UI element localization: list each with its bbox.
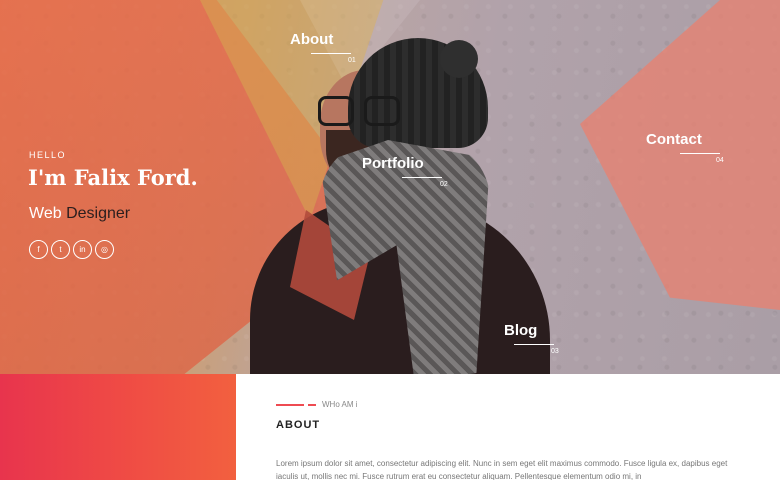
hero-role: Web Designer	[29, 205, 130, 223]
menu-blog-underline	[514, 344, 554, 345]
dribbble-icon[interactable]: ◎	[95, 240, 114, 259]
menu-item-portfolio[interactable]: Portfolio 02	[362, 155, 448, 188]
role-part-1: Web	[29, 205, 62, 222]
menu-portfolio-underline	[402, 177, 442, 178]
facebook-icon[interactable]: f	[29, 240, 48, 259]
menu-contact-number: 04	[716, 157, 724, 164]
gradient-panel	[0, 374, 236, 480]
eyebrow-dash-short	[308, 403, 316, 406]
menu-contact-underline	[680, 153, 720, 154]
menu-item-blog[interactable]: Blog 03	[504, 322, 559, 355]
menu-portfolio-label: Portfolio	[362, 155, 424, 172]
greeting-text: HELLO	[29, 150, 67, 160]
menu-contact-label: Contact	[646, 131, 702, 148]
about-heading: ABOUT	[276, 419, 321, 431]
menu-about-number: 01	[348, 57, 356, 64]
menu-about-label: About	[290, 31, 334, 48]
menu-blog-label: Blog	[504, 322, 538, 339]
social-links: f t in ◎	[29, 240, 114, 259]
menu-item-about[interactable]: About 01	[290, 31, 356, 64]
linkedin-icon[interactable]: in	[73, 240, 92, 259]
menu-item-contact[interactable]: Contact 04	[646, 131, 724, 164]
pink-overlay-shape	[580, 0, 780, 310]
about-eyebrow: WHo AM i	[276, 400, 358, 409]
about-paragraph: Lorem ipsum dolor sit amet, consectetur …	[276, 459, 728, 480]
hero-section: HELLO I'm Falix Ford. Web Designer f t i…	[0, 0, 780, 374]
eyebrow-text: WHo AM i	[322, 400, 358, 409]
eyebrow-dash-long	[276, 403, 304, 406]
menu-portfolio-number: 02	[440, 181, 448, 188]
menu-blog-number: 03	[551, 348, 559, 355]
role-part-2: Designer	[66, 205, 131, 222]
menu-about-underline	[311, 53, 351, 54]
hero-name: I'm Falix Ford.	[28, 165, 198, 190]
twitter-icon[interactable]: t	[51, 240, 70, 259]
